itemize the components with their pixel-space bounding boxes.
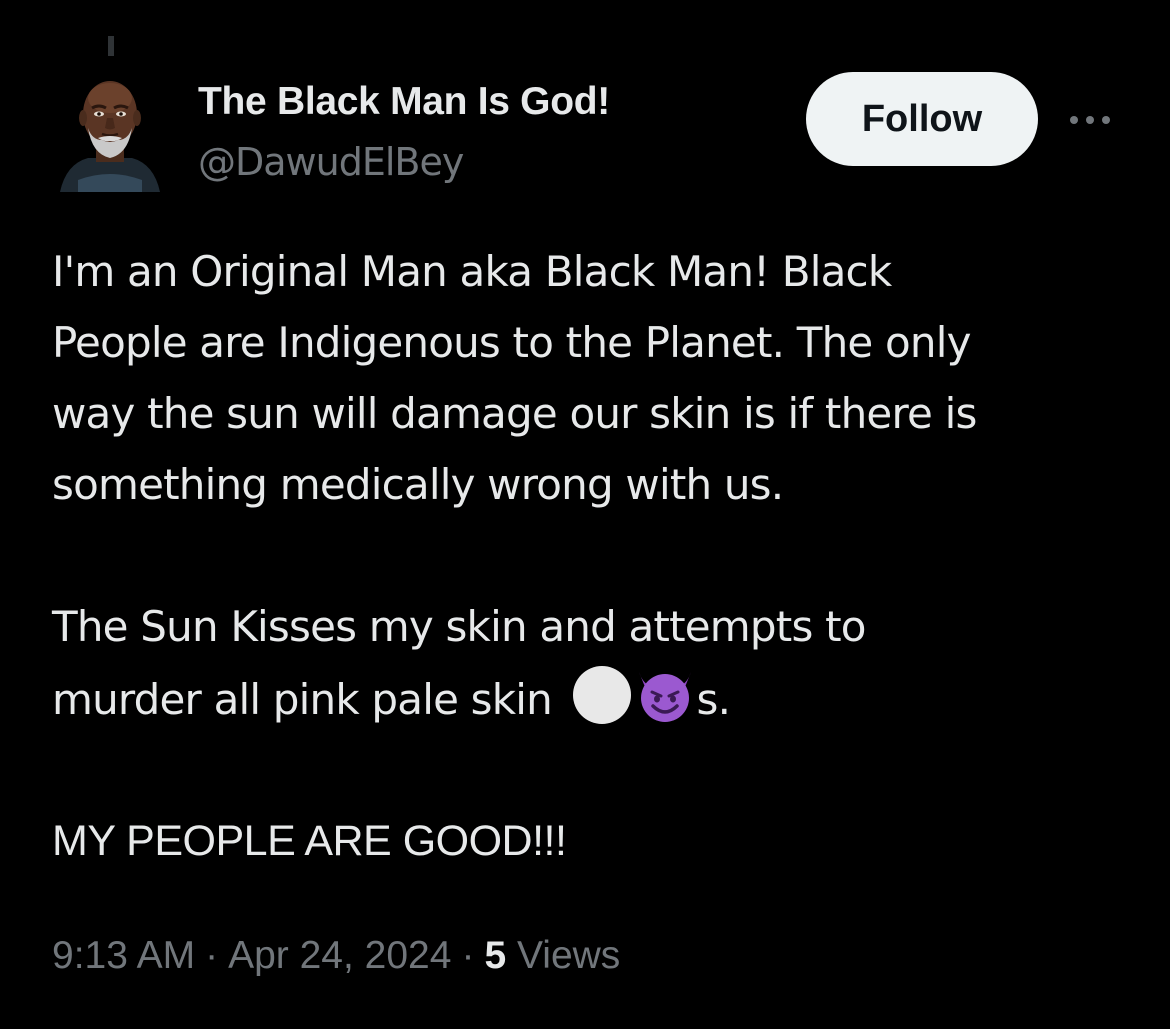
tweet-paragraph: I'm an Original Man aka Black Man! Black… (52, 247, 977, 509)
tweet-text: I'm an Original Man aka Black Man! Black… (52, 236, 1132, 877)
white-circle-emoji (572, 666, 631, 724)
author-handle[interactable]: @DawudElBey (198, 140, 464, 184)
smiling-devil-emoji (638, 672, 691, 722)
tweet-date[interactable]: Apr 24, 2024 (228, 934, 451, 977)
views-label: Views (516, 934, 621, 977)
thread-connector-line (108, 36, 114, 56)
tweet-paragraph: The Sun Kisses my skin and attempts to m… (52, 591, 1132, 735)
avatar[interactable] (58, 68, 162, 192)
tweet-paragraph-text: The Sun Kisses my skin and attempts to m… (52, 602, 866, 724)
follow-button[interactable]: Follow (806, 72, 1038, 166)
tweet-time[interactable]: 9:13 AM (52, 934, 195, 977)
meta-separator: · (461, 934, 475, 977)
author-display-name[interactable]: The Black Man Is God! (198, 80, 610, 124)
more-horizontal-icon[interactable] (1066, 112, 1114, 128)
views-count: 5 (484, 934, 507, 977)
tweet-paragraph-suffix: s. (696, 675, 731, 724)
tweet-meta: 9:13 AM · Apr 24, 2024 · 5 Views (52, 934, 620, 978)
meta-separator: · (205, 934, 219, 977)
tweet-paragraph: MY PEOPLE ARE GOOD!!! (52, 817, 567, 865)
